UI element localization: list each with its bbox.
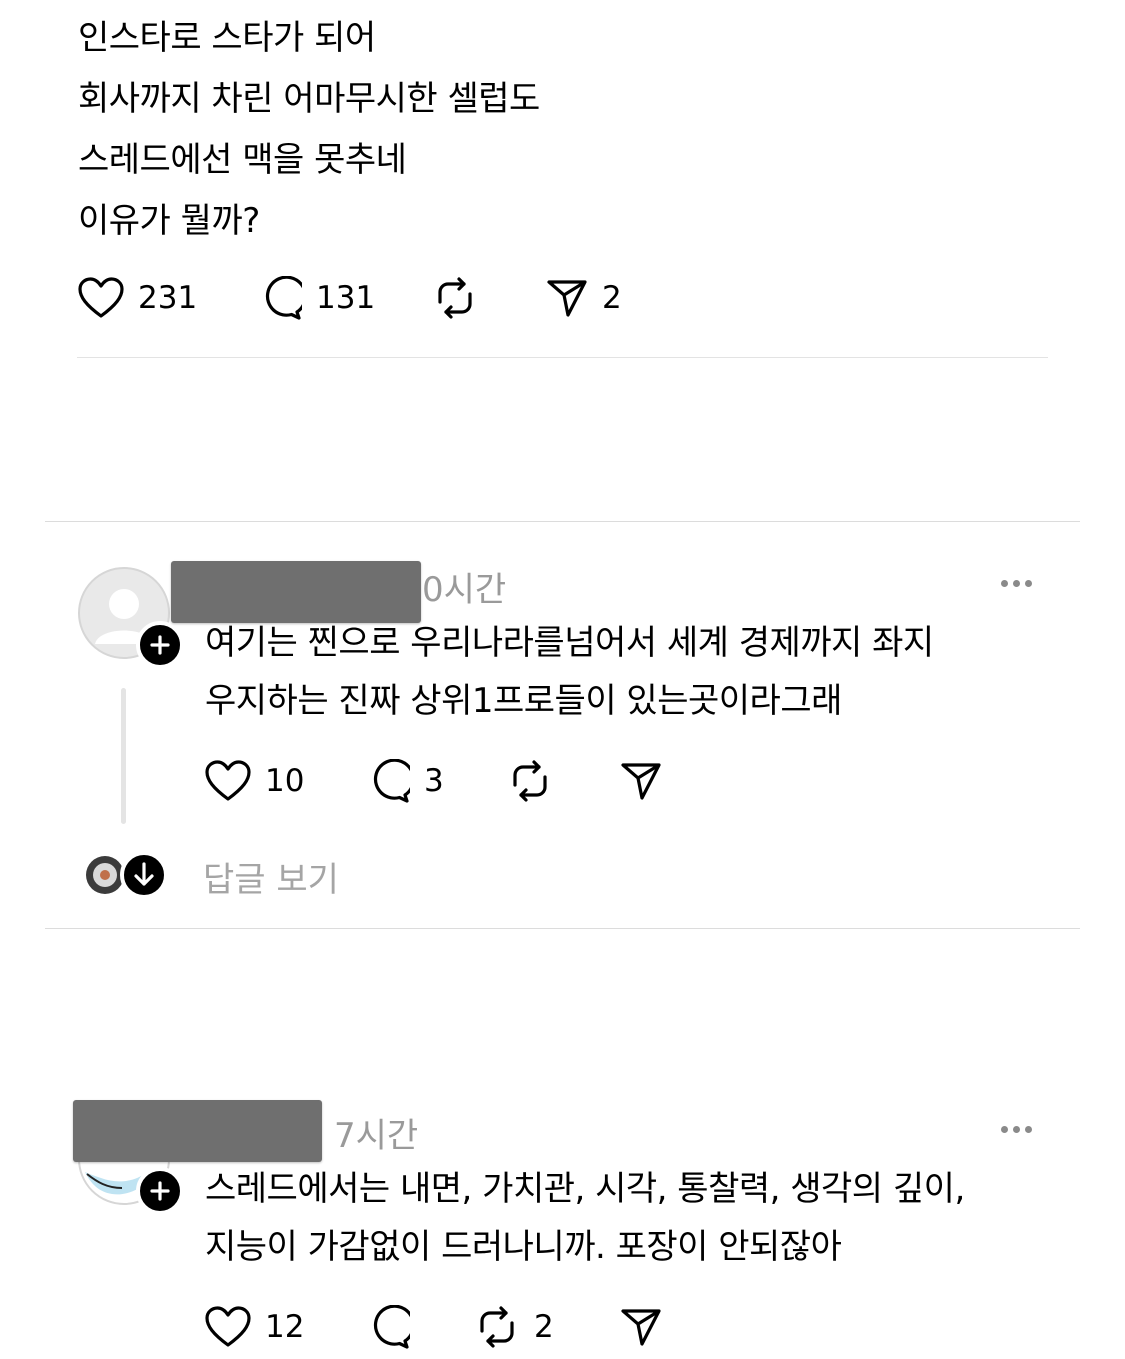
comment-bubble-icon — [373, 1305, 410, 1349]
repost-button[interactable]: 2 — [474, 1303, 554, 1351]
view-replies-link[interactable]: 답글 보기 — [203, 852, 339, 901]
share-button[interactable] — [620, 1303, 662, 1351]
repost-icon — [513, 760, 547, 802]
heart-icon — [205, 1306, 251, 1347]
send-icon — [621, 1309, 661, 1346]
comment-count: 3 — [424, 763, 444, 799]
more-dots-icon[interactable] — [1001, 580, 1032, 587]
like-count: 231 — [138, 280, 198, 316]
share-count: 2 — [602, 280, 622, 316]
reply-text: 여기는 찐으로 우리나라를넘어서 세계 경제까지 좌지 우지하는 진짜 상위1프… — [205, 623, 934, 721]
timestamp: 0시간 — [422, 570, 507, 610]
like-button[interactable]: 12 — [205, 1303, 304, 1351]
heart-icon — [78, 277, 124, 318]
like-button[interactable]: 10 — [205, 757, 304, 805]
divider — [77, 357, 1048, 358]
comment-bubble-icon — [373, 759, 410, 803]
more-dots-icon[interactable] — [1001, 1126, 1032, 1133]
plus-icon — [150, 635, 170, 655]
repost-icon — [480, 1306, 514, 1348]
share-button[interactable]: 2 — [546, 274, 622, 322]
follow-button[interactable] — [136, 621, 184, 669]
repost-count: 2 — [534, 1309, 554, 1345]
like-count: 12 — [265, 1309, 305, 1345]
comment-button[interactable]: 131 — [258, 274, 375, 322]
arrow-down-icon — [120, 851, 168, 899]
divider — [45, 521, 1080, 522]
plus-icon — [150, 1181, 170, 1201]
follow-button[interactable] — [136, 1167, 184, 1215]
comment-count: 131 — [316, 280, 376, 316]
comment-button[interactable]: 3 — [366, 757, 444, 805]
post-text: 인스타로 스타가 되어 회사까지 차린 어마무시한 셀럽도 스레드에선 맥을 못… — [78, 18, 540, 241]
reply-text: 스레드에서는 내면, 가치관, 시각, 통찰력, 생각의 깊이, 지능이 가감없… — [205, 1169, 965, 1267]
expand-replies-button[interactable] — [120, 851, 168, 899]
repost-icon — [438, 277, 472, 319]
thread-line — [121, 688, 126, 824]
comment-bubble-icon — [265, 276, 302, 320]
redacted-username — [73, 1100, 322, 1162]
heart-icon — [205, 760, 251, 801]
like-button[interactable]: 231 — [78, 274, 197, 322]
send-icon — [621, 763, 661, 800]
send-icon — [547, 280, 587, 317]
timestamp: 7시간 — [334, 1116, 419, 1156]
comment-button[interactable] — [366, 1303, 410, 1351]
repost-button[interactable] — [507, 757, 553, 805]
divider — [45, 928, 1080, 929]
avatar — [85, 855, 125, 895]
repost-button[interactable] — [432, 274, 478, 322]
like-count: 10 — [265, 763, 305, 799]
share-button[interactable] — [620, 757, 662, 805]
